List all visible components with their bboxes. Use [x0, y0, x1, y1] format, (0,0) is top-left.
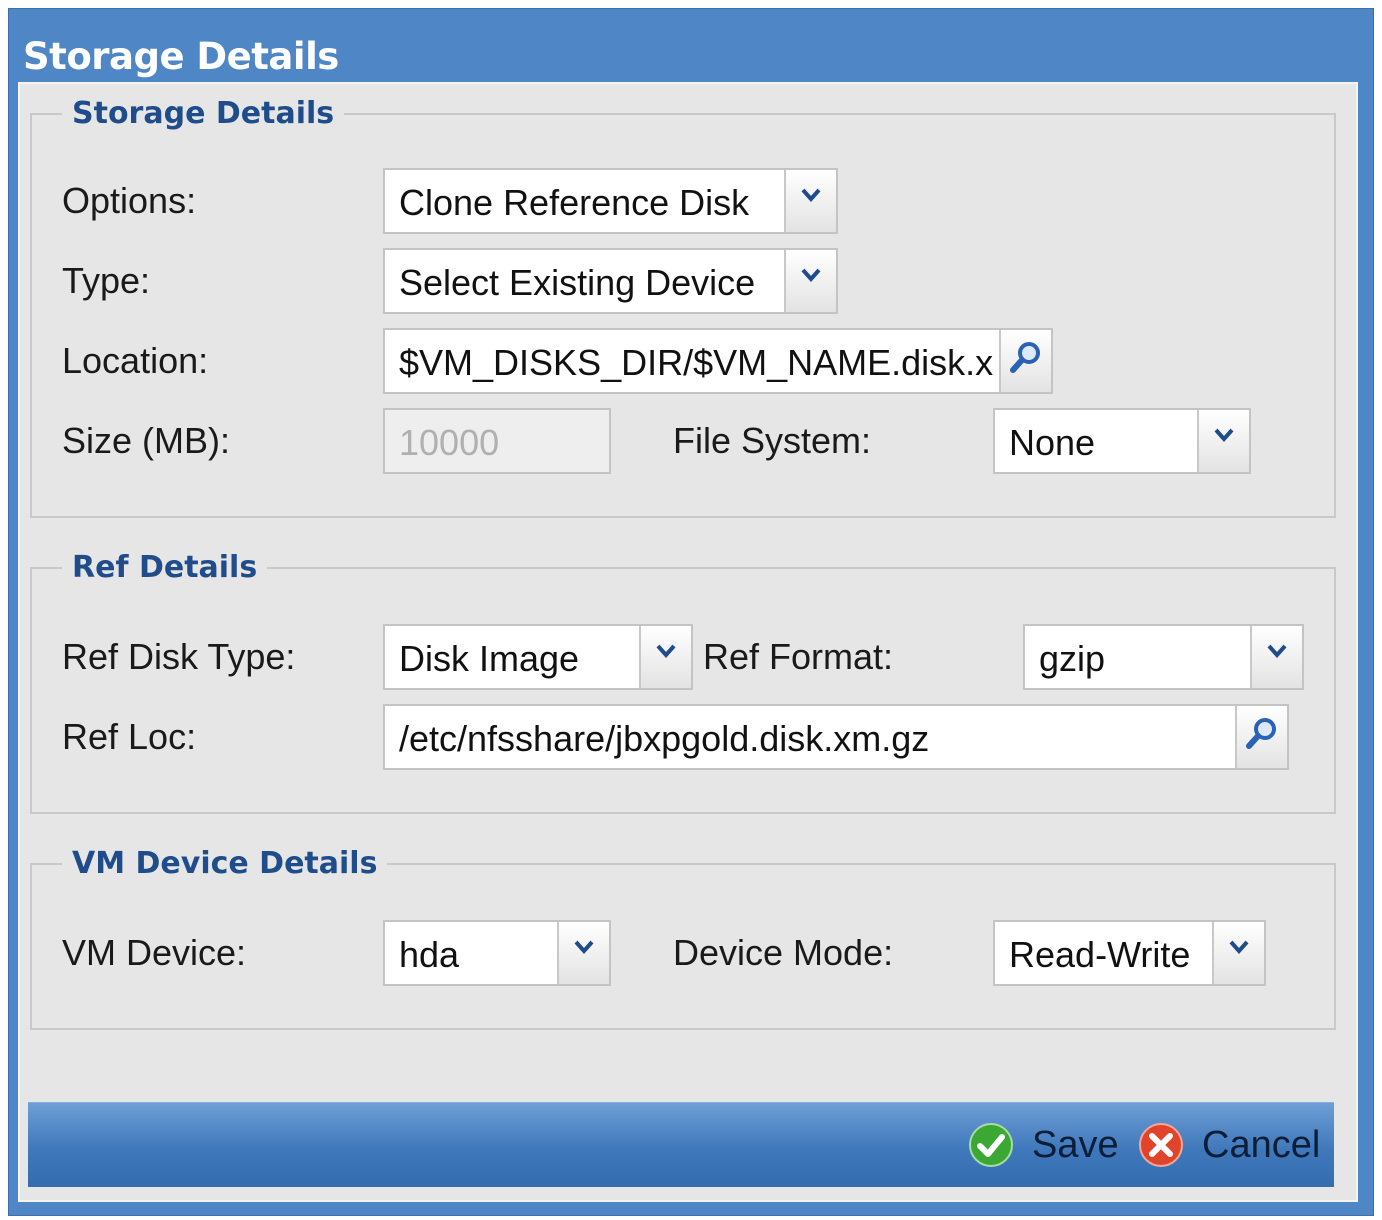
type-select[interactable]: Select Existing Device — [383, 248, 838, 314]
ref-format-dropdown-trigger[interactable] — [1250, 626, 1302, 688]
device-mode-dropdown-trigger[interactable] — [1212, 922, 1264, 984]
chevron-down-icon — [801, 268, 821, 282]
chevron-down-icon — [1229, 940, 1249, 954]
type-value: Select Existing Device — [399, 262, 756, 303]
device-mode-value: Read-Write — [1009, 934, 1191, 975]
size-input: 10000 — [383, 408, 611, 474]
options-dropdown-trigger[interactable] — [784, 170, 836, 232]
options-value: Clone Reference Disk — [399, 182, 750, 223]
chevron-down-icon — [1267, 644, 1287, 658]
file-system-value: None — [1009, 422, 1096, 463]
ref-disk-type-label: Ref Disk Type: — [62, 636, 296, 677]
options-select[interactable]: Clone Reference Disk — [383, 168, 838, 234]
ref-loc-value: /etc/nfsshare/jbxpgold.disk.xm.gz — [399, 718, 930, 759]
location-field[interactable]: $VM_DISKS_DIR/$VM_NAME.disk.x — [383, 328, 1053, 394]
device-mode-label: Device Mode: — [673, 932, 894, 973]
cancel-button[interactable]: Cancel — [1138, 1113, 1320, 1177]
ref-disk-type-select[interactable]: Disk Image — [383, 624, 693, 690]
location-browse-button[interactable] — [999, 330, 1051, 392]
vm-device-label: VM Device: — [62, 932, 247, 973]
ref-disk-type-dropdown-trigger[interactable] — [639, 626, 691, 688]
device-mode-select[interactable]: Read-Write — [993, 920, 1266, 986]
save-button[interactable]: Save — [968, 1113, 1119, 1177]
ref-loc-browse-button[interactable] — [1235, 706, 1287, 768]
size-value: 10000 — [399, 422, 500, 463]
dialog-footer: Save Cancel — [28, 1102, 1334, 1187]
vm-device-details-legend: VM Device Details — [72, 846, 378, 881]
check-icon — [969, 1123, 1013, 1167]
search-icon — [1246, 718, 1276, 749]
file-system-dropdown-trigger[interactable] — [1197, 410, 1249, 472]
close-icon — [1139, 1123, 1183, 1167]
ref-format-label: Ref Format: — [703, 636, 894, 677]
size-label: Size (MB): — [62, 420, 231, 461]
vm-device-dropdown-trigger[interactable] — [557, 922, 609, 984]
options-label: Options: — [62, 180, 197, 221]
search-icon — [1010, 342, 1040, 373]
cancel-label: Cancel — [1202, 1123, 1321, 1166]
storage-details-legend: Storage Details — [72, 96, 335, 131]
save-label: Save — [1032, 1123, 1119, 1166]
ref-disk-type-value: Disk Image — [399, 638, 580, 679]
ref-details-legend: Ref Details — [72, 550, 258, 585]
chevron-down-icon — [1214, 428, 1234, 442]
vm-device-select[interactable]: hda — [383, 920, 611, 986]
window-title: Storage Details — [23, 35, 339, 78]
ref-loc-label: Ref Loc: — [62, 716, 197, 757]
vm-device-value: hda — [399, 934, 460, 975]
chevron-down-icon — [574, 940, 594, 954]
file-system-select[interactable]: None — [993, 408, 1251, 474]
ref-format-select[interactable]: gzip — [1023, 624, 1304, 690]
location-value: $VM_DISKS_DIR/$VM_NAME.disk.x — [399, 342, 993, 383]
file-system-label: File System: — [673, 420, 872, 461]
type-dropdown-trigger[interactable] — [784, 250, 836, 312]
chevron-down-icon — [656, 644, 676, 658]
ref-format-value: gzip — [1039, 638, 1106, 679]
location-label: Location: — [62, 340, 209, 381]
ref-loc-field[interactable]: /etc/nfsshare/jbxpgold.disk.xm.gz — [383, 704, 1289, 770]
type-label: Type: — [62, 260, 151, 301]
chevron-down-icon — [801, 188, 821, 202]
